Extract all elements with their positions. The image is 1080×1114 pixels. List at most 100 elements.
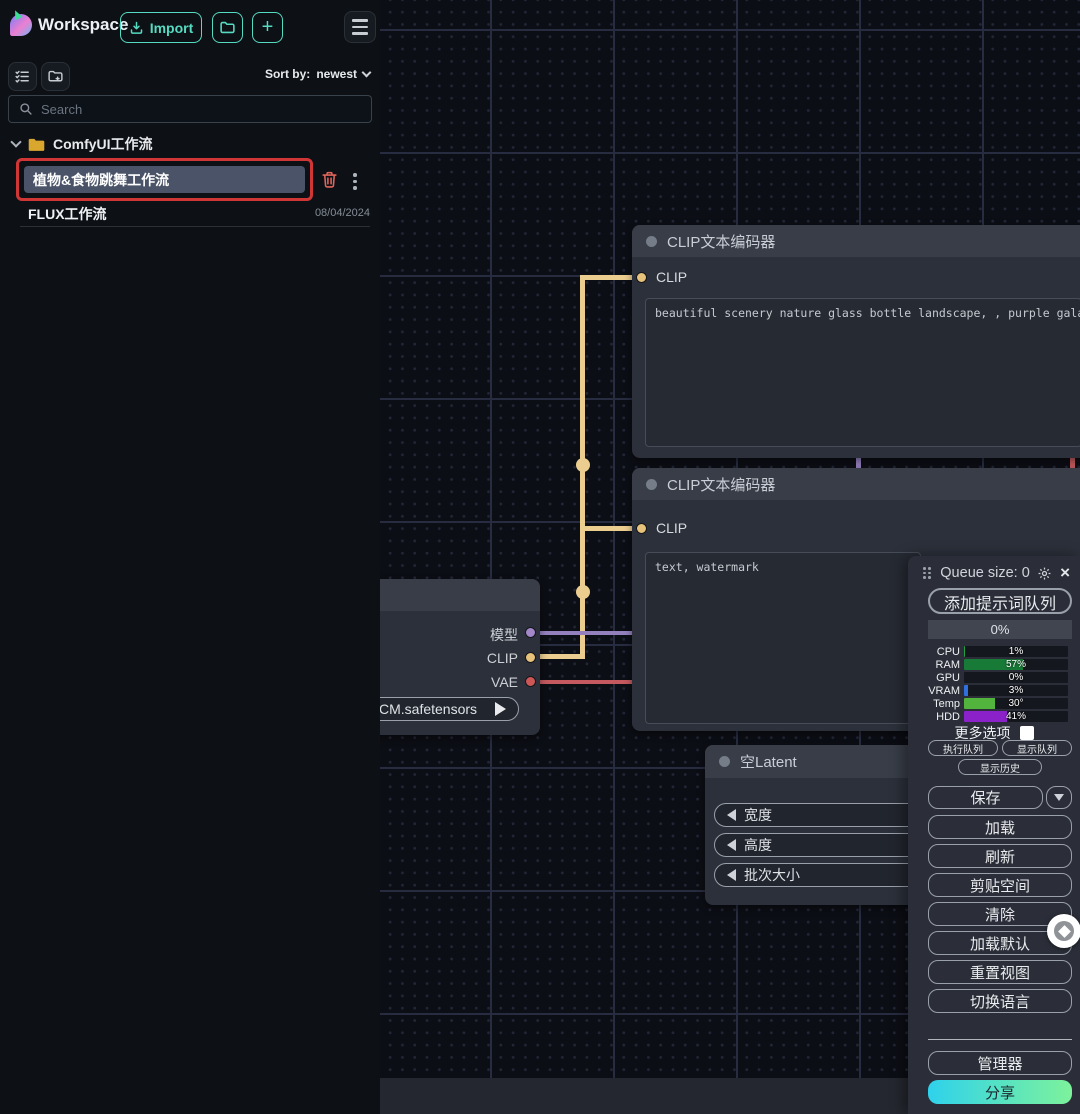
stat-row: HDD 41% bbox=[915, 710, 1075, 723]
folder-name: ComfyUI工作流 bbox=[53, 134, 153, 154]
clip-input-port[interactable] bbox=[636, 523, 647, 534]
model-output-port[interactable] bbox=[525, 627, 536, 638]
brand: Workspace bbox=[10, 14, 128, 36]
chevron-down-icon[interactable] bbox=[10, 136, 21, 147]
more-options-icon[interactable] bbox=[349, 170, 361, 193]
stat-label: VRAM bbox=[915, 685, 962, 697]
batch-select-button[interactable] bbox=[8, 62, 37, 91]
run-queue-button[interactable]: 执行队列 bbox=[928, 740, 998, 756]
menu-button[interactable]: 加载 bbox=[928, 815, 1072, 839]
divider bbox=[20, 226, 370, 227]
new-workflow-button[interactable]: + bbox=[252, 12, 283, 43]
wire-reroute-dot[interactable] bbox=[576, 458, 590, 472]
menu-button[interactable]: 剪贴空间 bbox=[928, 873, 1072, 897]
delete-icon[interactable] bbox=[320, 169, 339, 189]
folder-plus-icon bbox=[47, 68, 64, 85]
node-title-bar[interactable]: CLIP文本编码器 bbox=[632, 225, 1080, 257]
import-button[interactable]: Import bbox=[120, 12, 202, 43]
open-folder-button[interactable] bbox=[212, 12, 243, 43]
workflow-rename-input[interactable] bbox=[24, 166, 305, 193]
stat-bar: 57% bbox=[964, 659, 1068, 670]
save-dropdown-button[interactable] bbox=[1046, 786, 1072, 809]
empty-latent-node[interactable]: 空Latent 宽度 高度 批次大小 bbox=[705, 745, 930, 905]
show-history-button[interactable]: 显示历史 bbox=[958, 759, 1042, 775]
workflow-name: FLUX工作流 bbox=[28, 204, 107, 224]
folder-icon bbox=[28, 137, 45, 152]
node-title: 空Latent bbox=[740, 751, 797, 772]
ckpt-name-value: CM.safetensors bbox=[379, 701, 477, 717]
clip-input-label: CLIP bbox=[656, 269, 687, 285]
tool-ring-icon bbox=[1054, 921, 1074, 941]
workflow-item-flux[interactable]: FLUX工作流 08/04/2024 bbox=[0, 202, 380, 225]
vae-output-port[interactable] bbox=[525, 676, 536, 687]
clip-text-encode-positive-node[interactable]: CLIP文本编码器 beautiful scenery nature glass… bbox=[632, 225, 1080, 458]
dropdown-arrow-icon bbox=[1054, 794, 1064, 801]
panel-header: Queue size: 0 × bbox=[916, 562, 1074, 584]
manager-button[interactable]: 管理器 bbox=[928, 1051, 1072, 1075]
menu-button[interactable]: 切换语言 bbox=[928, 989, 1072, 1013]
save-button[interactable]: 保存 bbox=[928, 786, 1043, 809]
sort-control[interactable]: Sort by: newest bbox=[265, 67, 370, 81]
menu-button[interactable] bbox=[344, 11, 376, 43]
node-title-bar[interactable]: CLIP文本编码器 bbox=[632, 468, 1080, 500]
drag-handle-icon[interactable] bbox=[923, 567, 933, 579]
clip-wire-bottom bbox=[534, 654, 584, 659]
settings-gear-icon[interactable] bbox=[1037, 566, 1052, 581]
prompt-textarea[interactable]: beautiful scenery nature glass bottle la… bbox=[645, 298, 1080, 447]
stat-value: 0% bbox=[964, 672, 1068, 683]
decrement-arrow-icon[interactable] bbox=[727, 809, 736, 821]
stat-label: RAM bbox=[915, 659, 962, 671]
vae-output-label: VAE bbox=[448, 674, 518, 690]
divider bbox=[928, 1039, 1072, 1040]
node-collapse-dot[interactable] bbox=[646, 479, 657, 490]
queue-prompt-button[interactable]: 添加提示词队列 bbox=[928, 588, 1072, 614]
menu-buttons: 加载 刷新 剪贴空间 清除 加载默认 重置视图 切换语言 bbox=[928, 815, 1072, 1013]
clip-output-label: CLIP bbox=[448, 650, 518, 666]
prompt-textarea[interactable]: text, watermark bbox=[645, 552, 921, 724]
batch-size-widget[interactable]: 批次大小 bbox=[714, 863, 924, 887]
decrement-arrow-icon[interactable] bbox=[727, 839, 736, 851]
import-label: Import bbox=[150, 20, 194, 36]
queue-size-label: Queue size: 0 bbox=[933, 565, 1037, 581]
search-box[interactable] bbox=[8, 95, 372, 123]
node-collapse-dot[interactable] bbox=[719, 756, 730, 767]
workflow-folder-row[interactable]: ComfyUI工作流 bbox=[0, 134, 380, 154]
height-widget[interactable]: 高度 bbox=[714, 833, 924, 857]
clip-input-port[interactable] bbox=[636, 272, 647, 283]
more-options-checkbox[interactable] bbox=[1020, 726, 1034, 740]
menu-button[interactable]: 刷新 bbox=[928, 844, 1072, 868]
vae-wire bbox=[534, 680, 634, 684]
clip-output-port[interactable] bbox=[525, 652, 536, 663]
stat-label: CPU bbox=[915, 646, 962, 658]
brand-name: Workspace bbox=[38, 15, 128, 35]
share-button[interactable]: 分享 bbox=[928, 1080, 1072, 1104]
floating-tool-button[interactable] bbox=[1047, 914, 1080, 948]
workspace-sidebar: Workspace Import + bbox=[0, 0, 380, 1114]
progress-bar: 0% bbox=[928, 620, 1072, 639]
menu-button[interactable]: 重置视图 bbox=[928, 960, 1072, 984]
stat-value: 30° bbox=[964, 698, 1068, 709]
next-value-arrow-icon[interactable] bbox=[495, 702, 506, 716]
stat-label: Temp bbox=[915, 698, 962, 710]
show-queue-button[interactable]: 显示队列 bbox=[1002, 740, 1072, 756]
diamond-icon bbox=[1058, 925, 1071, 938]
node-title-bar[interactable]: 空Latent bbox=[705, 745, 930, 778]
close-icon[interactable]: × bbox=[1060, 563, 1070, 583]
width-widget[interactable]: 宽度 bbox=[714, 803, 924, 827]
node-collapse-dot[interactable] bbox=[646, 236, 657, 247]
import-icon bbox=[129, 20, 144, 35]
search-input[interactable] bbox=[41, 102, 361, 117]
stat-bar: 3% bbox=[964, 685, 1068, 696]
new-folder-button[interactable] bbox=[41, 62, 70, 91]
save-row: 保存 bbox=[928, 786, 1072, 809]
decrement-arrow-icon[interactable] bbox=[727, 869, 736, 881]
stat-row: Temp 30° bbox=[915, 697, 1075, 710]
ckpt-name-widget[interactable]: CM.safetensors bbox=[366, 697, 519, 721]
sort-value: newest bbox=[316, 67, 357, 81]
node-title: CLIP文本编码器 bbox=[667, 231, 775, 252]
stat-row: GPU 0% bbox=[915, 671, 1075, 684]
queue-actions-row: 执行队列 显示队列 bbox=[928, 740, 1072, 756]
wire-reroute-dot[interactable] bbox=[576, 585, 590, 599]
comfyui-workspace-app: CLIP文本编码器 beautiful scenery nature glass… bbox=[0, 0, 1080, 1114]
clip-input-label: CLIP bbox=[656, 520, 687, 536]
